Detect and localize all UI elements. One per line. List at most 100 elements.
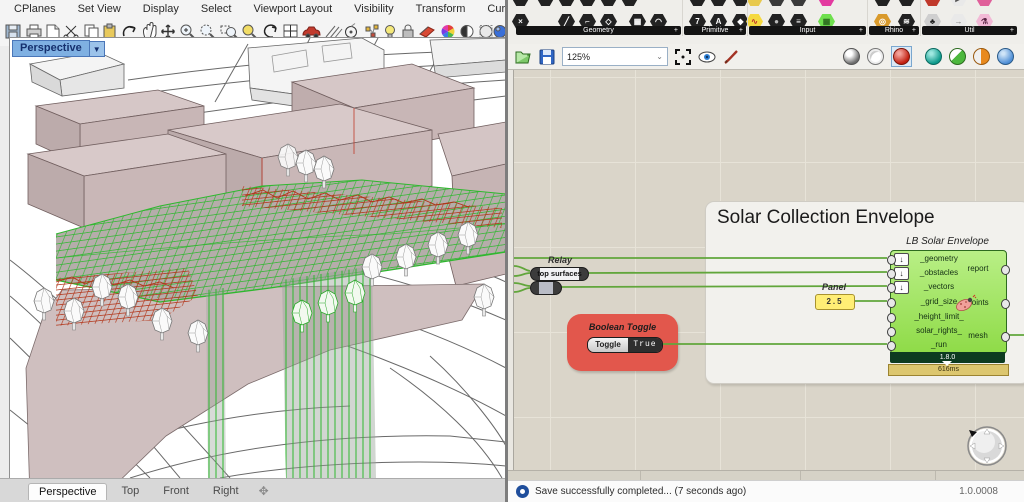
output-nub[interactable] [1001,299,1010,309]
gh-palette-icon[interactable] [710,0,727,6]
viewport-layout-icon[interactable] [283,24,298,38]
save-file-icon[interactable] [538,48,556,66]
zoom-extents-icon[interactable] [674,48,692,66]
gh-palette-icon[interactable] [768,0,785,6]
menu-display[interactable]: Display [143,3,179,15]
toggle-button[interactable]: Toggle [588,338,628,352]
preview-shaded-selected[interactable] [891,46,912,67]
gh-palette-icon[interactable] [579,0,596,6]
gh-palette-icon[interactable] [600,0,617,6]
gh-palette-icon-ruler[interactable] [746,0,763,6]
save-icon[interactable] [5,24,21,39]
output-nub[interactable] [1001,332,1010,342]
toggle-value[interactable]: True [628,338,662,352]
output-report[interactable]: report [958,264,998,273]
menu-visibility[interactable]: Visibility [354,3,394,15]
paste-icon[interactable] [103,23,116,40]
gh-palette-icon[interactable] [898,0,915,6]
relay-unnamed[interactable] [530,281,562,295]
preview-off-icon[interactable] [843,48,860,65]
viewport-menu-chevron-icon[interactable]: ▼ [89,40,105,57]
open-file-icon[interactable] [514,48,532,66]
print-icon[interactable] [26,24,42,40]
undo-icon[interactable] [122,25,136,37]
boolean-toggle-component[interactable]: Toggle True [587,337,663,353]
doc-preview-blue-icon[interactable] [997,48,1014,65]
arc-center-icon[interactable] [345,23,357,38]
menu-viewport-layout[interactable]: Viewport Layout [253,3,332,15]
doc-preview-orange-icon[interactable] [973,48,990,65]
gh-palette-icon[interactable] [512,0,529,6]
zoom-level-dropdown[interactable]: 125% ⌄ [562,47,668,66]
gh-tab-primitive[interactable]: Primitive + [684,26,746,35]
gh-tab-input[interactable]: Input + [749,26,866,35]
car-icon[interactable] [302,26,321,39]
input-geometry[interactable]: _geometry [907,254,971,263]
input-nub[interactable] [887,255,896,265]
zoom-icon[interactable] [180,24,195,39]
input-nub[interactable] [887,269,896,279]
gh-palette-icon[interactable] [558,0,575,6]
dropdown-chevron-icon: ⌄ [656,52,663,61]
gh-palette-icon-ball[interactable] [976,0,993,6]
new-viewport-icon[interactable]: ✥ [259,484,269,498]
sketch-pencil-icon[interactable] [722,48,740,66]
canvas-nav-widget[interactable] [963,422,1009,468]
pan-hand-icon[interactable] [143,22,157,40]
input-nub[interactable] [887,283,896,293]
menu-set-view[interactable]: Set View [78,3,121,15]
gh-palette-icon-cherries[interactable] [924,0,941,6]
gh-palette-icon[interactable] [874,0,891,6]
sphere-dashed-icon[interactable] [479,25,493,38]
window-divider[interactable] [505,0,508,502]
menu-cplanes[interactable]: CPlanes [14,3,56,15]
wedge-icon[interactable] [419,26,435,38]
new-file-icon[interactable] [46,24,60,39]
zoom-selected-icon[interactable] [242,24,257,39]
tab-top[interactable]: Top [111,483,149,499]
relay-top-surfaces[interactable]: top surfaces [530,267,589,281]
point-cloud-icon[interactable] [365,24,379,38]
viewport-title[interactable]: Perspective [12,40,90,57]
gh-canvas[interactable]: Solar Collection Envelope Relay top surf… [508,70,1024,470]
input-nub[interactable] [887,313,896,323]
gh-palette-icon-play[interactable]: ▶ [950,0,967,6]
number-panel[interactable]: 2.5 [815,294,855,310]
lamp-icon[interactable] [385,25,395,39]
preview-eye-icon[interactable] [698,48,716,66]
tab-right[interactable]: Right [203,483,249,499]
copy-icon[interactable] [84,24,99,40]
menu-transform[interactable]: Transform [416,3,466,15]
doc-preview-teal-icon[interactable] [925,48,942,65]
gh-tab-util[interactable]: Util + [922,26,1017,35]
input-nub[interactable] [887,341,896,351]
doc-preview-green-icon[interactable] [949,48,966,65]
rotate-view-icon[interactable] [263,24,277,38]
lb-solar-envelope-component[interactable]: ↓ ↓ ↓ _geometry _obstacles _vectors _gri… [887,250,1010,354]
viewport-title-tab[interactable]: Perspective ▼ [12,40,105,57]
gh-palette-icon[interactable] [790,0,807,6]
preview-wireframe-icon[interactable] [867,48,884,65]
rhino-viewport[interactable] [9,37,507,479]
tab-front[interactable]: Front [153,483,199,499]
color-wheel-icon[interactable] [441,25,455,38]
sphere-shaded-icon[interactable] [460,24,474,39]
lock-icon[interactable] [402,24,414,39]
gh-palette-icon-gradient[interactable] [818,0,835,6]
tab-perspective[interactable]: Perspective [28,482,108,500]
menu-select[interactable]: Select [201,3,232,15]
gh-palette-icon[interactable] [537,0,554,6]
gh-tab-rhino[interactable]: Rhino + [869,26,919,35]
gh-palette-icon[interactable] [621,0,638,6]
input-nub[interactable] [887,298,896,308]
gh-tab-geometry[interactable]: Geometry + [516,26,681,35]
input-height-limit[interactable]: _height_limit_ [907,312,971,321]
input-nub[interactable] [887,327,896,337]
output-nub[interactable] [1001,265,1010,275]
output-mesh[interactable]: mesh [958,331,998,340]
input-run[interactable]: _run [907,340,971,349]
gh-palette-icon[interactable] [689,0,706,6]
zoom-dynamic-icon[interactable] [200,24,215,39]
move-icon[interactable] [161,24,175,39]
input-vectors[interactable]: _vectors [907,282,971,291]
